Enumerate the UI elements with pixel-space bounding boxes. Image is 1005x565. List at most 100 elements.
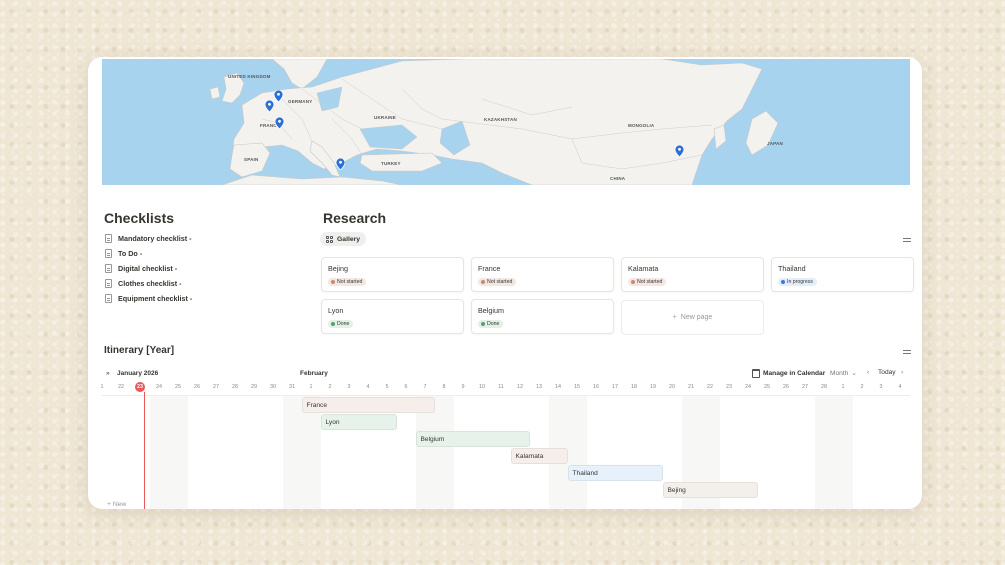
status-dot-icon — [481, 280, 485, 284]
today-button[interactable]: Today — [878, 369, 896, 376]
day-label: 2 — [328, 384, 332, 390]
status-badge: Done — [478, 320, 504, 328]
timeline-bar[interactable]: Lyon — [320, 414, 397, 430]
tab-gallery[interactable]: Gallery — [320, 232, 367, 246]
gallery-card-title: Thailand — [778, 264, 806, 273]
day-label: 5 — [385, 384, 389, 390]
status-badge-label: Done — [337, 321, 350, 327]
map-label-china: CHINA — [610, 176, 626, 181]
chevron-down-icon: ⌄ — [851, 370, 857, 377]
manage-in-calendar-button[interactable]: Manage in Calendar — [752, 369, 825, 378]
range-select[interactable]: Month ⌄ — [830, 369, 857, 378]
prev-button[interactable]: ‹ — [867, 369, 869, 376]
day-label: 1 — [841, 384, 845, 390]
map-label-mongolia: MONGOLIA — [628, 123, 655, 128]
today-line — [144, 392, 146, 509]
gallery-card[interactable]: France Not started — [471, 257, 614, 292]
day-label: 10 — [479, 384, 485, 390]
itinerary-settings-icon[interactable] — [903, 349, 911, 355]
checklist-item-label: Clothes checklist - — [118, 279, 182, 288]
today-marker: 23 — [135, 382, 145, 392]
page-icon — [105, 294, 112, 303]
weekend-column — [814, 396, 853, 509]
day-label: 21 — [688, 384, 694, 390]
day-label: 25 — [764, 384, 770, 390]
status-badge-label: Not started — [337, 279, 363, 285]
new-page-label: New page — [680, 314, 713, 321]
checklist-item[interactable]: Clothes checklist - — [105, 276, 192, 291]
day-label: 14 — [555, 384, 561, 390]
map-pin-icon[interactable] — [675, 145, 684, 157]
day-label: 23 — [726, 384, 732, 390]
month-label-left: January 2026 — [117, 370, 159, 377]
map-view[interactable]: UNITED KINGDOM GERMANY UKRAINE KAZAKHSTA… — [102, 59, 910, 185]
day-label: 12 — [517, 384, 523, 390]
day-label: 27 — [213, 384, 219, 390]
gallery-card-title: Belgium — [478, 306, 504, 315]
gallery-card[interactable]: Lyon Done — [321, 299, 464, 334]
checklist-item-label: To Do - — [118, 249, 143, 258]
page-icon — [105, 234, 112, 243]
app-card: UNITED KINGDOM GERMANY UKRAINE KAZAKHSTA… — [88, 57, 922, 509]
map-pin-icon[interactable] — [274, 90, 283, 102]
status-badge-label: In progress — [787, 279, 813, 285]
new-page-button[interactable]: + New page — [621, 300, 764, 335]
map-pin-icon[interactable] — [265, 100, 274, 112]
day-label: 19 — [650, 384, 656, 390]
day-label: 26 — [194, 384, 200, 390]
today-button-label: Today — [878, 369, 896, 376]
month-label-right: February — [300, 370, 328, 377]
status-badge-label: Done — [487, 321, 500, 327]
day-label: 22 — [707, 384, 713, 390]
timeline-day-header: 1 22 23 24 25 26 27 28 29 30 31 1 2 3 4 5 6 7 8 9 10 11 12 13 14… — [101, 382, 910, 394]
gallery-card[interactable]: Kalamata Not started — [621, 257, 764, 292]
status-badge-label: Not started — [637, 279, 663, 285]
timeline-bar[interactable]: Belgium — [415, 431, 530, 447]
range-select-label: Month — [830, 369, 849, 377]
research-settings-icon[interactable] — [903, 237, 911, 243]
timeline-bar[interactable]: France — [301, 397, 435, 413]
status-badge-label: Not started — [487, 279, 513, 285]
day-label: 25 — [175, 384, 181, 390]
map-land — [209, 59, 779, 185]
tab-gallery-label: Gallery — [337, 235, 361, 243]
new-item-button[interactable]: + New — [107, 501, 126, 508]
timeline-bar[interactable]: Thailand — [567, 465, 663, 481]
checklist-item[interactable]: To Do - — [105, 246, 192, 261]
checklist-item[interactable]: Digital checklist - — [105, 261, 192, 276]
checklist-item[interactable]: Equipment checklist - — [105, 291, 192, 306]
status-badge: Done — [328, 320, 354, 328]
timeline-bar[interactable]: Bejing — [662, 482, 758, 498]
page-icon — [105, 264, 112, 273]
timeline-bar[interactable]: Kalamata — [510, 448, 568, 464]
map-label-ukraine: UKRAINE — [374, 115, 396, 120]
weekend-column — [149, 396, 188, 509]
gallery-card-title: Bejing — [328, 264, 348, 273]
expand-icon[interactable]: » — [106, 370, 110, 377]
status-dot-icon — [481, 322, 485, 326]
day-label: 11 — [498, 384, 504, 390]
day-label: 8 — [442, 384, 446, 390]
gallery-card[interactable]: Bejing Not started — [321, 257, 464, 292]
gallery-grid-icon — [326, 235, 333, 243]
gallery-card[interactable]: Belgium Done — [471, 299, 614, 334]
checklist-list: Mandatory checklist - To Do - Digital ch… — [105, 231, 192, 306]
day-label: 17 — [612, 384, 618, 390]
itinerary-title: Itinerary [Year] — [104, 345, 175, 356]
day-label: 28 — [821, 384, 827, 390]
day-label: 29 — [251, 384, 257, 390]
next-button[interactable]: › — [901, 369, 903, 376]
status-badge: In progress — [778, 278, 817, 286]
day-label: 22 — [118, 384, 124, 390]
gallery-card-title: Lyon — [328, 306, 344, 315]
gallery-card[interactable]: Thailand In progress — [771, 257, 914, 292]
day-label: 3 — [347, 384, 351, 390]
day-label: 24 — [745, 384, 751, 390]
map-pin-icon[interactable] — [275, 117, 284, 129]
map-label-turkey: TURKEY — [381, 161, 401, 166]
timeline-grid[interactable]: France Lyon Belgium Kalamata Thailand Bejing — [102, 392, 910, 509]
checklist-item[interactable]: Mandatory checklist - — [105, 231, 192, 246]
page-icon — [105, 279, 112, 288]
map-label-germany: GERMANY — [288, 99, 313, 104]
map-pin-icon[interactable] — [336, 158, 345, 170]
